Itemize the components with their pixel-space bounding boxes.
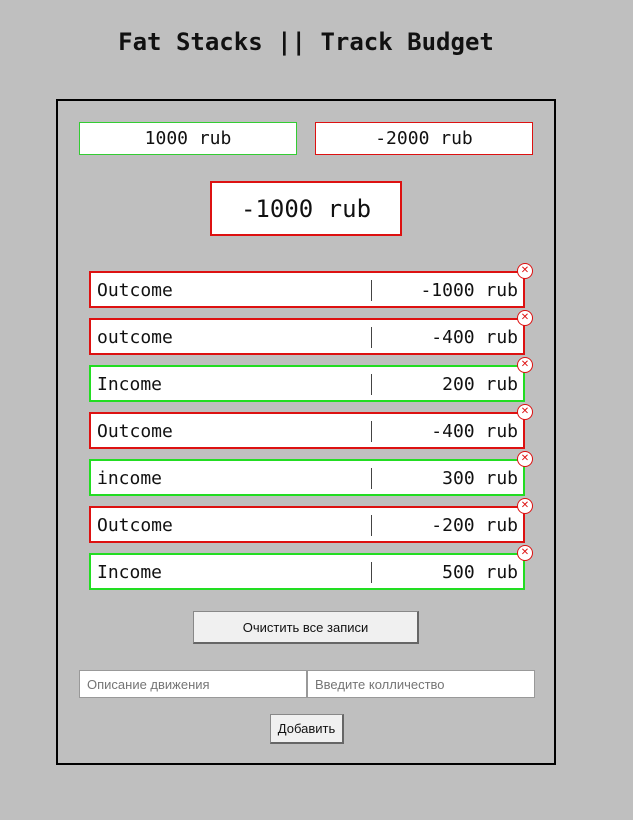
entry-separator [371, 468, 372, 489]
entry-description: income [97, 468, 163, 489]
entry-amount: -1000 rub [420, 280, 518, 301]
entries-list: Outcome -1000 rub ✕ outcome -400 rub ✕ Income 2… [89, 263, 533, 600]
delete-entry-icon[interactable]: ✕ [517, 310, 533, 326]
entry-separator [371, 515, 372, 536]
delete-entry-icon[interactable]: ✕ [517, 404, 533, 420]
entry-row: Income 500 rub ✕ [89, 545, 533, 590]
entry-row: Outcome -1000 rub ✕ [89, 263, 533, 308]
delete-entry-icon[interactable]: ✕ [517, 451, 533, 467]
description-input[interactable] [79, 670, 307, 698]
entry-row: Income 200 rub ✕ [89, 357, 533, 402]
entry-amount: -200 rub [431, 515, 518, 536]
delete-entry-icon[interactable]: ✕ [517, 357, 533, 373]
add-button[interactable]: Добавить [270, 714, 344, 744]
entry-amount: 300 rub [442, 468, 518, 489]
total-outcome: -2000 rub [315, 122, 533, 155]
budget-panel: 1000 rub -2000 rub -1000 rub Outcome -100… [56, 99, 556, 765]
entry-amount: -400 rub [431, 421, 518, 442]
entry-separator [371, 280, 372, 301]
entry-row: outcome -400 rub ✕ [89, 310, 533, 355]
total-income: 1000 rub [79, 122, 297, 155]
delete-entry-icon[interactable]: ✕ [517, 498, 533, 514]
quantity-input[interactable] [307, 670, 535, 698]
entry-row: income 300 rub ✕ [89, 451, 533, 496]
delete-entry-icon[interactable]: ✕ [517, 263, 533, 279]
entry-amount: 500 rub [442, 562, 518, 583]
entry-description: Outcome [97, 421, 173, 442]
entry-description: Outcome [97, 280, 173, 301]
entry-row: Outcome -200 rub ✕ [89, 498, 533, 543]
delete-entry-icon[interactable]: ✕ [517, 545, 533, 561]
entry-amount: 200 rub [442, 374, 518, 395]
entry-description: outcome [97, 327, 173, 348]
entry-separator [371, 327, 372, 348]
entry-row: Outcome -400 rub ✕ [89, 404, 533, 449]
clear-all-button[interactable]: Очистить все записи [193, 611, 419, 644]
entry-separator [371, 562, 372, 583]
page-title: Fat Stacks || Track Budget [118, 28, 494, 56]
entry-separator [371, 421, 372, 442]
entry-description: Outcome [97, 515, 173, 536]
entry-description: Income [97, 374, 163, 395]
entry-description: Income [97, 562, 163, 583]
entry-amount: -400 rub [431, 327, 518, 348]
balance: -1000 rub [210, 181, 402, 236]
entry-separator [371, 374, 372, 395]
